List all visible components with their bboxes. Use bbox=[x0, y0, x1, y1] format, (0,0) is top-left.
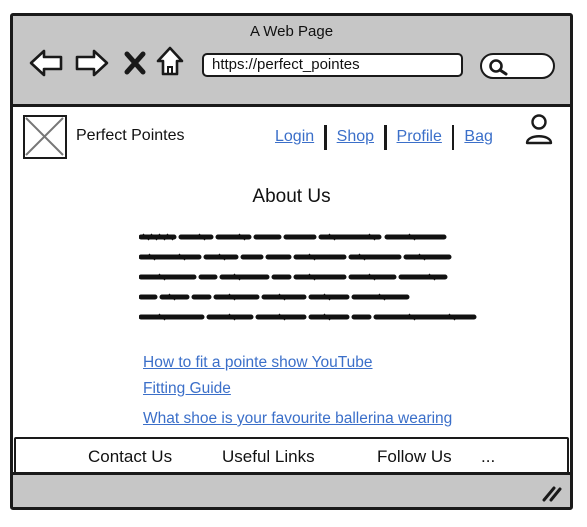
footer-follow-us[interactable]: Follow Us bbox=[377, 447, 452, 467]
top-nav: Login Shop Profile Bag bbox=[275, 124, 493, 150]
browser-window: A Web Page https://perfect_pointes Perfe… bbox=[10, 13, 573, 510]
link-pointe-youtube[interactable]: How to fit a pointe show YouTube bbox=[143, 354, 373, 372]
link-fitting-guide[interactable]: Fitting Guide bbox=[143, 380, 231, 398]
close-x-icon[interactable] bbox=[124, 50, 146, 76]
nav-divider bbox=[384, 124, 387, 150]
nav-divider bbox=[451, 124, 455, 150]
resize-grip-icon[interactable] bbox=[540, 484, 562, 502]
brand-name: Perfect Pointes bbox=[76, 127, 185, 144]
address-bar[interactable]: https://perfect_pointes bbox=[202, 53, 463, 77]
back-arrow-icon[interactable] bbox=[28, 48, 64, 78]
nav-link-bag[interactable]: Bag bbox=[464, 128, 492, 146]
footer-useful-links[interactable]: Useful Links bbox=[222, 447, 315, 467]
user-icon[interactable] bbox=[524, 113, 554, 145]
page-title: About Us bbox=[252, 186, 331, 207]
home-icon[interactable] bbox=[155, 45, 185, 77]
window-title: A Web Page bbox=[249, 23, 334, 40]
nav-link-shop[interactable]: Shop bbox=[337, 128, 374, 146]
scribbled-text-placeholder bbox=[139, 233, 477, 321]
footer-contact-us[interactable]: Contact Us bbox=[88, 447, 172, 467]
footer-more[interactable]: ... bbox=[481, 447, 495, 467]
image-placeholder-icon bbox=[25, 117, 64, 156]
status-bar bbox=[13, 472, 570, 507]
search-icon bbox=[489, 59, 508, 76]
forward-arrow-icon[interactable] bbox=[74, 48, 110, 78]
browser-search-field[interactable] bbox=[480, 53, 555, 79]
nav-divider bbox=[324, 124, 327, 150]
logo-placeholder bbox=[23, 115, 67, 159]
nav-link-profile[interactable]: Profile bbox=[397, 128, 442, 146]
browser-chrome: A Web Page https://perfect_pointes bbox=[13, 16, 570, 107]
link-favourite-ballerina[interactable]: What shoe is your favourite ballerina we… bbox=[143, 410, 452, 428]
nav-link-login[interactable]: Login bbox=[275, 128, 314, 146]
page-footer: Contact Us Useful Links Follow Us ... bbox=[14, 437, 569, 475]
